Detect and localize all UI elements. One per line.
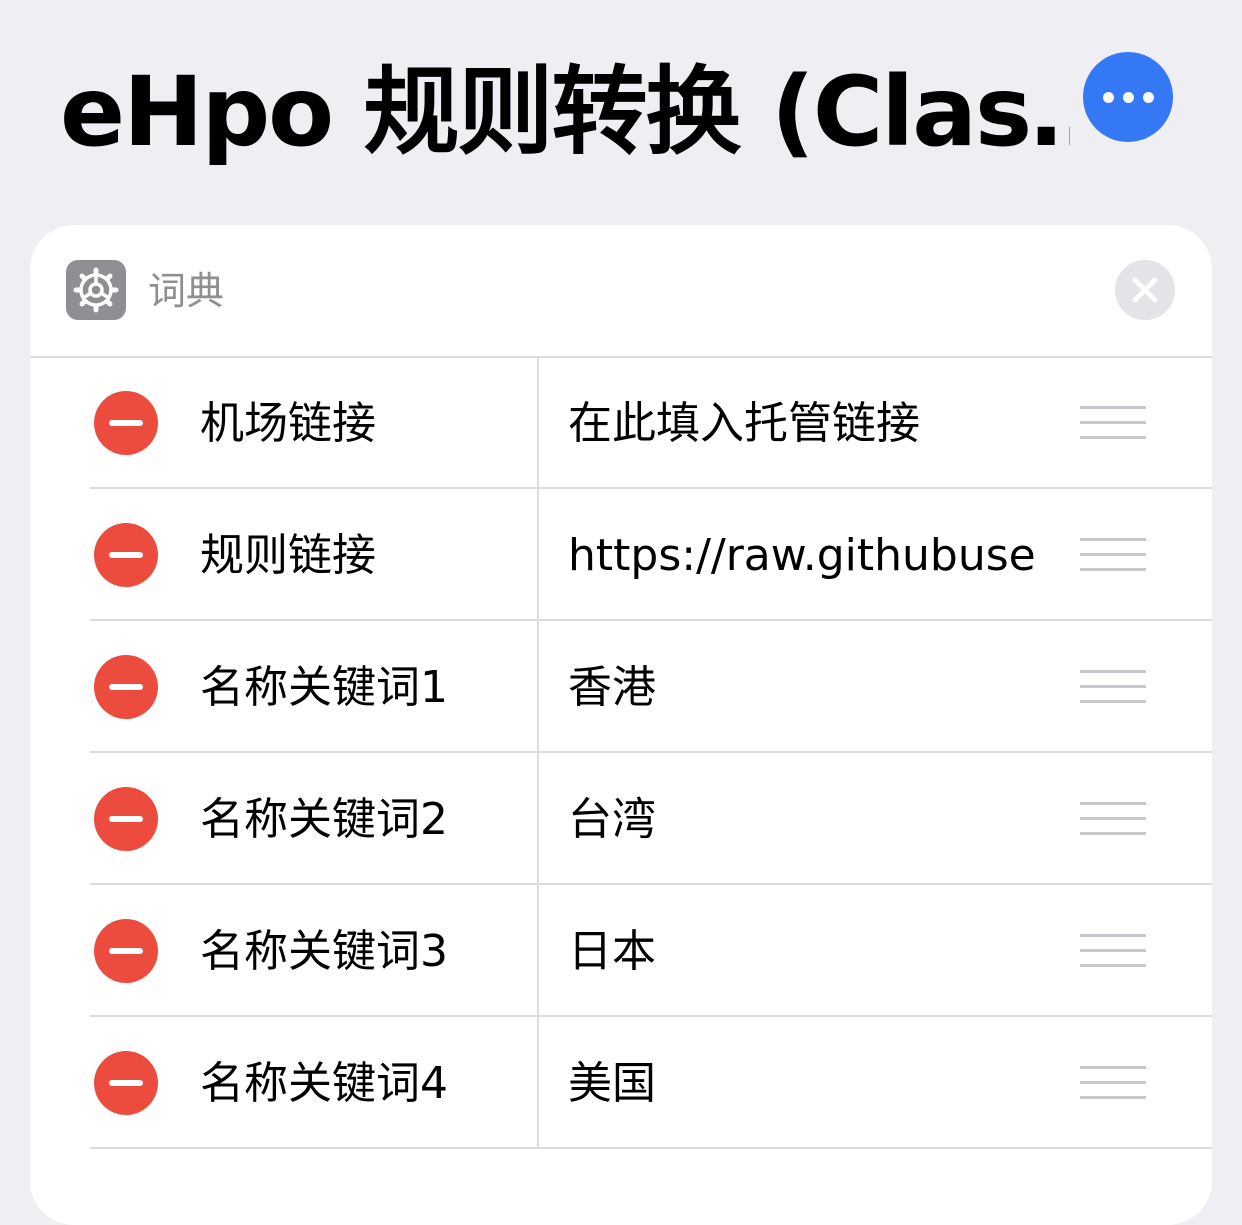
- row-key-field[interactable]: 名称关键词3: [200, 925, 520, 979]
- row-value-field[interactable]: 日本: [568, 925, 1038, 979]
- row-key-field[interactable]: 名称关键词4: [200, 1057, 520, 1111]
- reorder-handle-icon[interactable]: [1080, 670, 1146, 704]
- row-key-field[interactable]: 机场链接: [200, 397, 520, 451]
- delete-row-button[interactable]: [94, 919, 158, 983]
- delete-row-button[interactable]: [94, 523, 158, 587]
- card-header: 词典: [30, 225, 1212, 358]
- reorder-handle-icon[interactable]: [1080, 406, 1146, 440]
- row-value-field[interactable]: 香港: [568, 661, 1038, 715]
- delete-row-button[interactable]: [94, 391, 158, 455]
- minus-icon: [109, 420, 143, 426]
- minus-icon: [109, 1080, 143, 1086]
- row-key-field[interactable]: 名称关键词2: [200, 793, 520, 847]
- reorder-handle-icon[interactable]: [1080, 934, 1146, 968]
- header: eHpo 规则转换 (Clas…: [0, 0, 1242, 200]
- row-separator: [90, 1147, 1212, 1149]
- dictionary-row: 名称关键词2 台湾: [30, 753, 1212, 885]
- reorder-handle-icon[interactable]: [1080, 802, 1146, 836]
- ellipsis-icon: [1122, 91, 1134, 103]
- ellipsis-icon: [1102, 91, 1114, 103]
- row-value-field[interactable]: 台湾: [568, 793, 1038, 847]
- dictionary-row: 名称关键词4 美国: [30, 1017, 1212, 1149]
- page-title: eHpo 规则转换 (Clas…: [60, 56, 1070, 168]
- delete-row-button[interactable]: [94, 1051, 158, 1115]
- close-icon: [1132, 277, 1158, 303]
- ellipsis-icon: [1142, 91, 1154, 103]
- dictionary-row: 名称关键词3 日本: [30, 885, 1212, 1017]
- row-value-field[interactable]: https://raw.githubuse…: [568, 529, 1038, 583]
- minus-icon: [109, 552, 143, 558]
- dictionary-action-card: 词典 机场链接 在此填入托管链接 规则链接 https://raw.github…: [30, 225, 1212, 1225]
- reorder-handle-icon[interactable]: [1080, 538, 1146, 572]
- dictionary-row: 名称关键词1 香港: [30, 621, 1212, 753]
- minus-icon: [109, 948, 143, 954]
- delete-row-button[interactable]: [94, 787, 158, 851]
- card-title: 词典: [148, 269, 225, 313]
- gear-icon: [66, 260, 126, 320]
- minus-icon: [109, 816, 143, 822]
- row-value-field[interactable]: 在此填入托管链接: [568, 397, 1038, 451]
- close-button[interactable]: [1115, 260, 1175, 320]
- row-key-field[interactable]: 规则链接: [200, 529, 520, 583]
- dictionary-row: 规则链接 https://raw.githubuse…: [30, 489, 1212, 621]
- delete-row-button[interactable]: [94, 655, 158, 719]
- row-value-field[interactable]: 美国: [568, 1057, 1038, 1111]
- reorder-handle-icon[interactable]: [1080, 1066, 1146, 1100]
- more-button[interactable]: [1083, 52, 1173, 142]
- dictionary-row: 机场链接 在此填入托管链接: [30, 357, 1212, 489]
- row-key-field[interactable]: 名称关键词1: [200, 661, 520, 715]
- minus-icon: [109, 684, 143, 690]
